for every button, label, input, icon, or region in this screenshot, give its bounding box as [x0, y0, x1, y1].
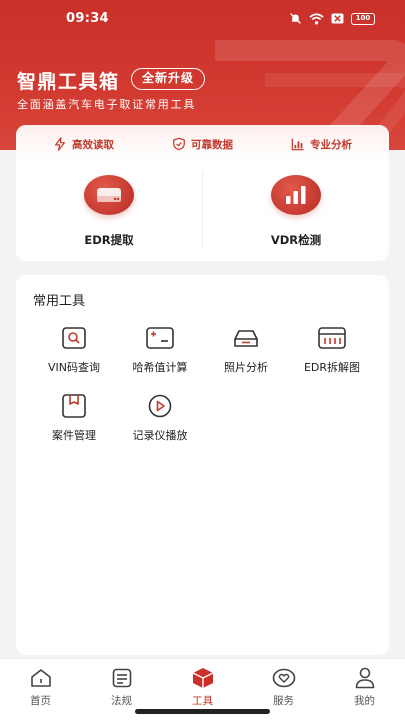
- main-tool-label: VDR检测: [270, 233, 322, 247]
- section-title: 常用工具: [33, 294, 86, 309]
- main-tools-card: 高效读取 可靠数据 专业分析 EDR提取 VDR检测: [16, 125, 389, 261]
- status-icons: 100: [289, 12, 375, 25]
- tool-label: EDR拆解图: [303, 361, 361, 374]
- car-icon: [232, 325, 260, 351]
- calculator-icon: [146, 325, 174, 351]
- feature-label: 可靠数据: [191, 138, 233, 151]
- vdr-detect-button[interactable]: VDR检测: [203, 165, 389, 257]
- tool-label: 案件管理: [52, 429, 96, 442]
- recorder-play-button[interactable]: 记录仪播放: [117, 393, 203, 443]
- upgrade-badge: 全新升级: [131, 68, 206, 90]
- feature-label: 专业分析: [310, 138, 352, 151]
- home-icon: [29, 667, 53, 689]
- tab-label: 服务: [273, 695, 294, 707]
- tool-label: 记录仪播放: [132, 429, 188, 442]
- dashboard-icon: [318, 325, 346, 351]
- tool-label: VIN码查询: [48, 361, 100, 374]
- app-title: 智鼎工具箱: [17, 71, 120, 93]
- feature-pro-analysis: 专业分析: [291, 137, 352, 152]
- feature-fast-read: 高效读取: [53, 137, 114, 152]
- vin-search-icon: [60, 325, 88, 351]
- tab-home[interactable]: 首页: [0, 659, 81, 720]
- status-time: 09:34: [66, 11, 109, 26]
- shield-check-icon: [173, 137, 185, 151]
- service-heart-icon: [272, 667, 296, 689]
- toolbox-icon: [191, 667, 215, 689]
- feature-reliable-data: 可靠数据: [172, 137, 233, 152]
- drive-icon: [84, 175, 134, 215]
- common-tools-card: 常用工具 VIN码查询 哈希值计算 照片分析 EDR拆解图 案件管理 记录仪播放: [16, 275, 389, 655]
- hash-calc-button[interactable]: 哈希值计算: [117, 325, 203, 375]
- mute-bell-icon: [290, 13, 301, 24]
- tab-profile[interactable]: 我的: [324, 659, 405, 720]
- sim-x-icon: [331, 13, 344, 24]
- document-icon: [110, 667, 134, 689]
- bar-chart-icon: [271, 175, 321, 215]
- user-icon: [353, 667, 377, 689]
- tool-label: 哈希值计算: [132, 361, 188, 374]
- battery-indicator: 100: [351, 12, 375, 25]
- tab-label: 我的: [354, 695, 375, 707]
- play-icon: [146, 393, 174, 419]
- chart-icon: [291, 138, 304, 151]
- wifi-icon: [309, 12, 324, 24]
- app-subtitle: 全面涵盖汽车电子取证常用工具: [17, 98, 197, 111]
- tool-label: 照片分析: [224, 361, 268, 374]
- tab-label: 工具: [192, 695, 213, 707]
- edr-diagram-button[interactable]: EDR拆解图: [289, 325, 375, 375]
- tool-grid: VIN码查询 哈希值计算 照片分析 EDR拆解图 案件管理 记录仪播放: [31, 325, 376, 443]
- case-management-button[interactable]: 案件管理: [31, 393, 117, 443]
- home-indicator[interactable]: [135, 709, 270, 714]
- lightning-icon: [55, 137, 65, 151]
- vin-query-button[interactable]: VIN码查询: [31, 325, 117, 375]
- main-tool-label: EDR提取: [84, 233, 134, 247]
- feature-strip: 高效读取 可靠数据 专业分析: [16, 125, 389, 163]
- status-bar: 09:34 100: [0, 0, 405, 40]
- tab-label: 首页: [30, 695, 51, 707]
- photo-analysis-button[interactable]: 照片分析: [203, 325, 289, 375]
- feature-label: 高效读取: [72, 138, 114, 151]
- edr-extract-button[interactable]: EDR提取: [16, 165, 202, 257]
- folder-box-icon: [60, 393, 88, 419]
- tab-label: 法规: [111, 695, 132, 707]
- main-tools: EDR提取 VDR检测: [16, 165, 389, 257]
